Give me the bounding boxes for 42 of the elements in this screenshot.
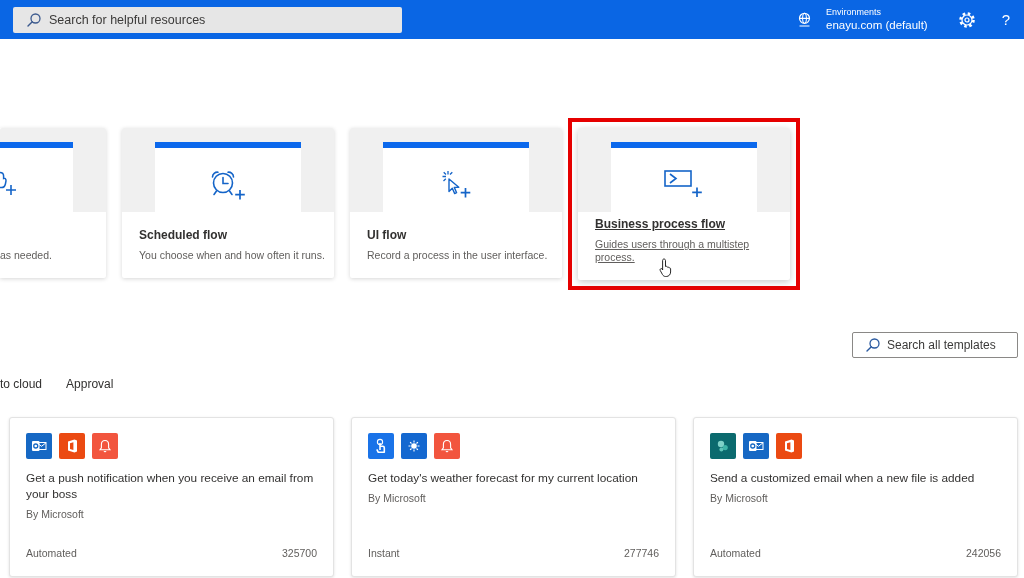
flow-card[interactable]: Business process flow Guides users through a multistep process. <box>578 128 790 280</box>
category-tab[interactable]: to cloud <box>0 375 43 395</box>
run-count: 277746 <box>623 546 659 561</box>
flow-title: Scheduled flow <box>139 228 228 243</box>
template-author: By Microsoft <box>26 507 85 522</box>
template-author: By Microsoft <box>368 491 427 506</box>
template-card[interactable]: Send a customized email when a new file is added By Microsoft Automated 242056 <box>693 417 1018 577</box>
process-step-icon <box>664 170 704 198</box>
flow-description: Guides users through a multistep process. <box>595 238 751 264</box>
search-icon <box>866 338 880 352</box>
help-button[interactable]: ? <box>997 11 1014 28</box>
hand-cursor-icon <box>659 258 673 278</box>
hand-plus-icon <box>0 170 17 196</box>
trigger-type: Automated <box>26 546 77 561</box>
flow-description: You choose when and how often it runs. <box>139 249 326 262</box>
alarm-clock-icon <box>210 170 246 200</box>
template-title: Send a customized email when a new file is added <box>710 470 976 486</box>
cursor-click-icon <box>441 170 471 198</box>
run-count: 242056 <box>965 546 1001 561</box>
environment-name[interactable]: enayu.com (default) <box>826 17 928 33</box>
category-tab[interactable]: Approval <box>66 375 114 395</box>
template-author: By Microsoft <box>710 491 769 506</box>
template-title: Get a push notification when you receive an email from your boss <box>26 470 315 502</box>
run-count: 325700 <box>281 546 317 561</box>
search-field[interactable]: Search all templates <box>852 332 1018 358</box>
trigger-type: Automated <box>710 546 761 561</box>
search-field[interactable]: Search for helpful resources <box>13 6 402 33</box>
flow-card[interactable]: as needed. <box>0 128 106 278</box>
flow-card[interactable]: Scheduled flow You choose when and how often it runs. <box>122 128 334 278</box>
environments-label: Environments <box>826 6 883 18</box>
template-card[interactable]: Get a push notification when you receive an email from your boss By Microsoft Automated 325700 <box>9 417 334 577</box>
template-card[interactable]: Get today's weather forecast for my current location By Microsoft Instant 277746 <box>351 417 676 577</box>
flow-card[interactable]: UI flow Record a process in the user interface. <box>350 128 562 278</box>
template-title: Get today's weather forecast for my current location <box>368 470 639 486</box>
flow-description: as needed. <box>0 249 53 262</box>
flow-description: Record a process in the user interface. <box>367 249 549 262</box>
flow-title: UI flow <box>367 228 408 243</box>
search-icon <box>27 12 41 27</box>
flow-title: Business process flow <box>595 217 727 232</box>
settings-icon[interactable] <box>957 10 976 29</box>
globe-icon <box>797 12 812 27</box>
trigger-type: Instant <box>368 546 400 561</box>
